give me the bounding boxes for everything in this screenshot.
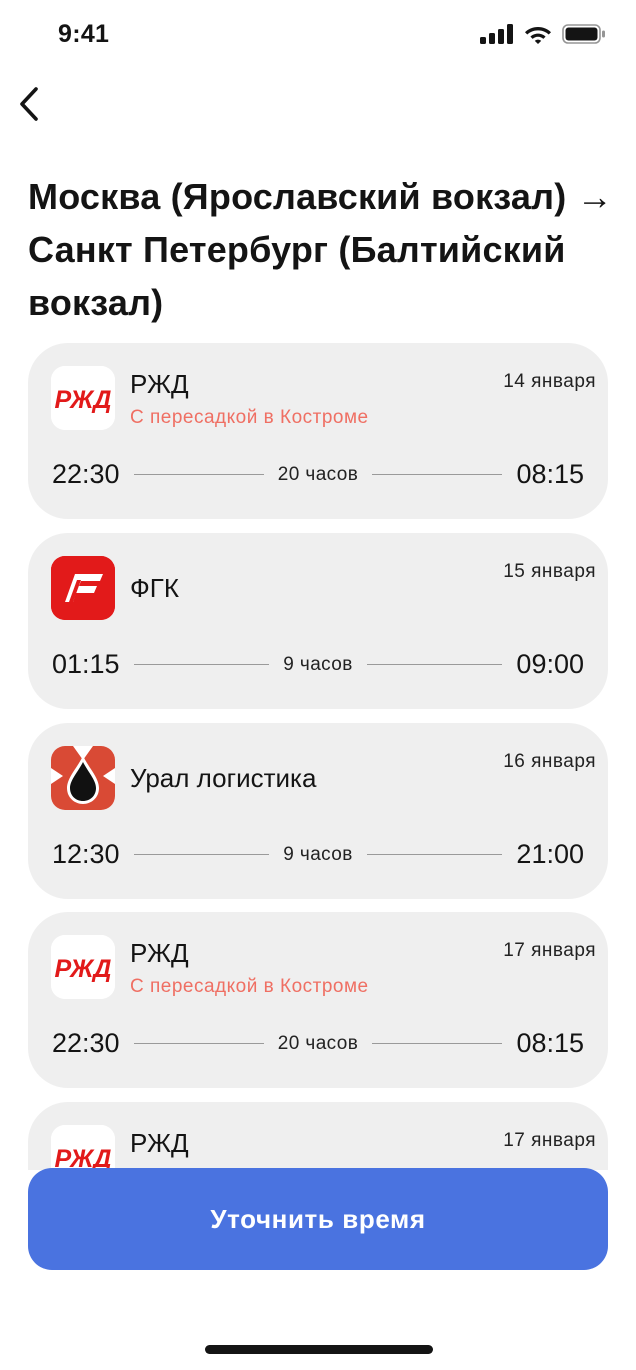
home-indicator: [205, 1345, 433, 1354]
carrier-name: РЖД: [130, 938, 189, 968]
route-line: [366, 854, 503, 855]
route-row: 22:30 20 часов 08:15: [52, 1028, 584, 1059]
page-title: Москва (Ярославский вокзал) → Санкт Пете…: [28, 176, 613, 323]
trip-card[interactable]: Урал логистика 16 января 12:30 9 часов 2…: [28, 723, 608, 899]
route-line: [372, 474, 503, 475]
status-icons: [480, 24, 606, 44]
trip-card[interactable]: РЖД РЖД С пересадкой в Костроме 17 январ…: [28, 912, 608, 1088]
back-button[interactable]: [6, 78, 52, 130]
arrival-time: 08:15: [516, 1028, 585, 1058]
svg-text:РЖД: РЖД: [55, 1145, 112, 1170]
transfer-note: С пересадкой в Костроме: [130, 407, 369, 428]
arrival-time: 21:00: [516, 839, 584, 869]
carrier-name: Урал логистика: [130, 763, 317, 793]
trip-date: 17 января: [503, 940, 596, 961]
carrier-name: РЖД: [130, 369, 189, 399]
refine-time-button[interactable]: Уточнить время: [28, 1168, 608, 1270]
trip-date: 14 января: [503, 371, 596, 392]
wifi-icon: [525, 27, 551, 44]
route-row: 22:30 20 часов 08:15: [52, 459, 584, 490]
trip-card[interactable]: РЖД РЖД 17 января: [28, 1102, 608, 1170]
trip-date: 16 января: [503, 751, 596, 772]
trip-card[interactable]: РЖД РЖД С пересадкой в Костроме 14 январ…: [28, 343, 608, 519]
rzd-logo: РЖД: [51, 366, 115, 430]
route-line: [133, 1043, 264, 1044]
trip-duration: 9 часов: [283, 653, 353, 675]
rzd-logo: РЖД: [51, 1125, 115, 1170]
trip-card[interactable]: ФГК 15 января 01:15 9 часов 09:00: [28, 533, 608, 709]
trip-date: 17 января: [503, 1130, 596, 1151]
transfer-note: С пересадкой в Костроме: [130, 976, 369, 997]
battery-icon: [562, 24, 605, 44]
status-bar: 9:41: [0, 0, 636, 70]
route-line: [133, 854, 270, 855]
rzd-logo: РЖД: [51, 935, 115, 999]
ural-logistika-logo: [51, 746, 115, 810]
departure-time: 01:15: [52, 649, 120, 679]
route-line: [133, 474, 264, 475]
fgk-logo: [51, 556, 115, 620]
trip-duration: 20 часов: [277, 1032, 359, 1054]
trip-duration: 20 часов: [277, 463, 359, 485]
carrier-name: ФГК: [130, 573, 179, 603]
route-line: [366, 664, 503, 665]
trip-date: 15 января: [503, 561, 596, 582]
status-time: 9:41: [58, 20, 110, 48]
departure-time: 12:30: [52, 839, 120, 869]
arrival-time: 08:15: [516, 459, 585, 489]
route-row: 01:15 9 часов 09:00: [52, 649, 584, 680]
trip-duration: 9 часов: [283, 843, 353, 865]
departure-time: 22:30: [52, 1028, 120, 1058]
svg-text:РЖД: РЖД: [55, 386, 112, 414]
carrier-name: РЖД: [130, 1128, 189, 1158]
chevron-left-icon: [20, 87, 38, 121]
svg-text:РЖД: РЖД: [55, 955, 112, 983]
cellular-signal-icon: [480, 24, 513, 44]
route-line: [372, 1043, 503, 1044]
departure-time: 22:30: [52, 459, 120, 489]
arrival-time: 09:00: [516, 649, 584, 679]
trip-list[interactable]: РЖД РЖД С пересадкой в Костроме 14 январ…: [28, 343, 608, 1170]
route-line: [133, 664, 270, 665]
route-row: 12:30 9 часов 21:00: [52, 839, 584, 870]
